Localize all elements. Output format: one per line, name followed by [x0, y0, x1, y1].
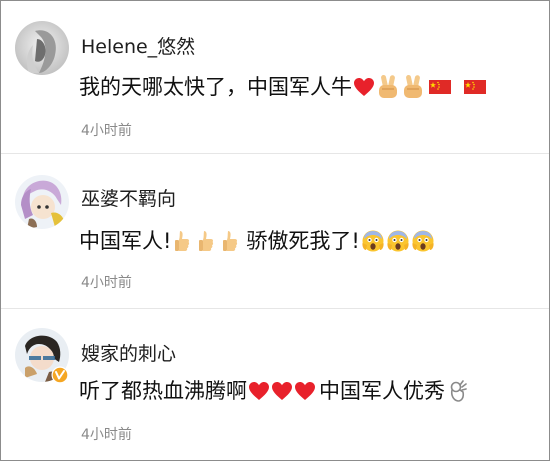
avatar[interactable] — [15, 21, 69, 75]
comment-timestamp: 4小时前 — [81, 123, 132, 139]
comment-item: 嫂家的刺心 听了都热血沸腾啊 中国军人优秀 4小时前 — [1, 308, 549, 460]
verified-badge-icon — [51, 366, 69, 384]
thumbs-up-icon — [172, 229, 192, 253]
username[interactable]: 嫂家的刺心 — [81, 343, 176, 365]
scream-face-icon — [411, 229, 435, 253]
avatar[interactable] — [15, 175, 69, 229]
thumbs-up-icon — [220, 229, 240, 253]
ok-hand-icon — [448, 379, 468, 403]
scream-face-icon — [361, 229, 385, 253]
comment-item: 巫婆不羁向 中国军人! 骄傲死我了! 4小时前 — [1, 153, 549, 308]
heart-icon — [248, 381, 270, 401]
heart-icon — [271, 381, 293, 401]
comment-text: 听了都热血沸腾啊 中国军人优秀 — [79, 376, 469, 406]
china-flag-icon — [463, 78, 487, 96]
heart-icon — [353, 77, 375, 97]
victory-hand-icon — [376, 74, 400, 100]
scream-face-icon — [386, 229, 410, 253]
comment-text-part: 骄傲死我了! — [246, 229, 360, 253]
comment-item: Helene_悠然 我的天哪太快了，中国军人牛 4小时前 — [1, 1, 549, 153]
china-flag-icon — [428, 78, 452, 96]
victory-hand-icon — [401, 74, 425, 100]
comment-timestamp: 4小时前 — [81, 427, 132, 443]
comment-timestamp: 4小时前 — [81, 275, 132, 291]
comment-text-part: 中国军人! — [79, 229, 172, 253]
comment-text: 我的天哪太快了，中国军人牛 — [79, 72, 488, 102]
username[interactable]: 巫婆不羁向 — [81, 188, 176, 210]
comment-text-part: 我的天哪太快了，中国军人牛 — [79, 75, 352, 99]
comment-text-part: 中国军人优秀 — [319, 379, 445, 403]
comment-text-part: 听了都热血沸腾啊 — [79, 379, 247, 403]
heart-icon — [294, 381, 316, 401]
thumbs-up-icon — [196, 229, 216, 253]
comment-text: 中国军人! 骄傲死我了! — [79, 226, 436, 256]
comment-list: Helene_悠然 我的天哪太快了，中国军人牛 4小时前 巫婆不羁向 中国军人!… — [0, 0, 550, 461]
username[interactable]: Helene_悠然 — [81, 36, 195, 58]
